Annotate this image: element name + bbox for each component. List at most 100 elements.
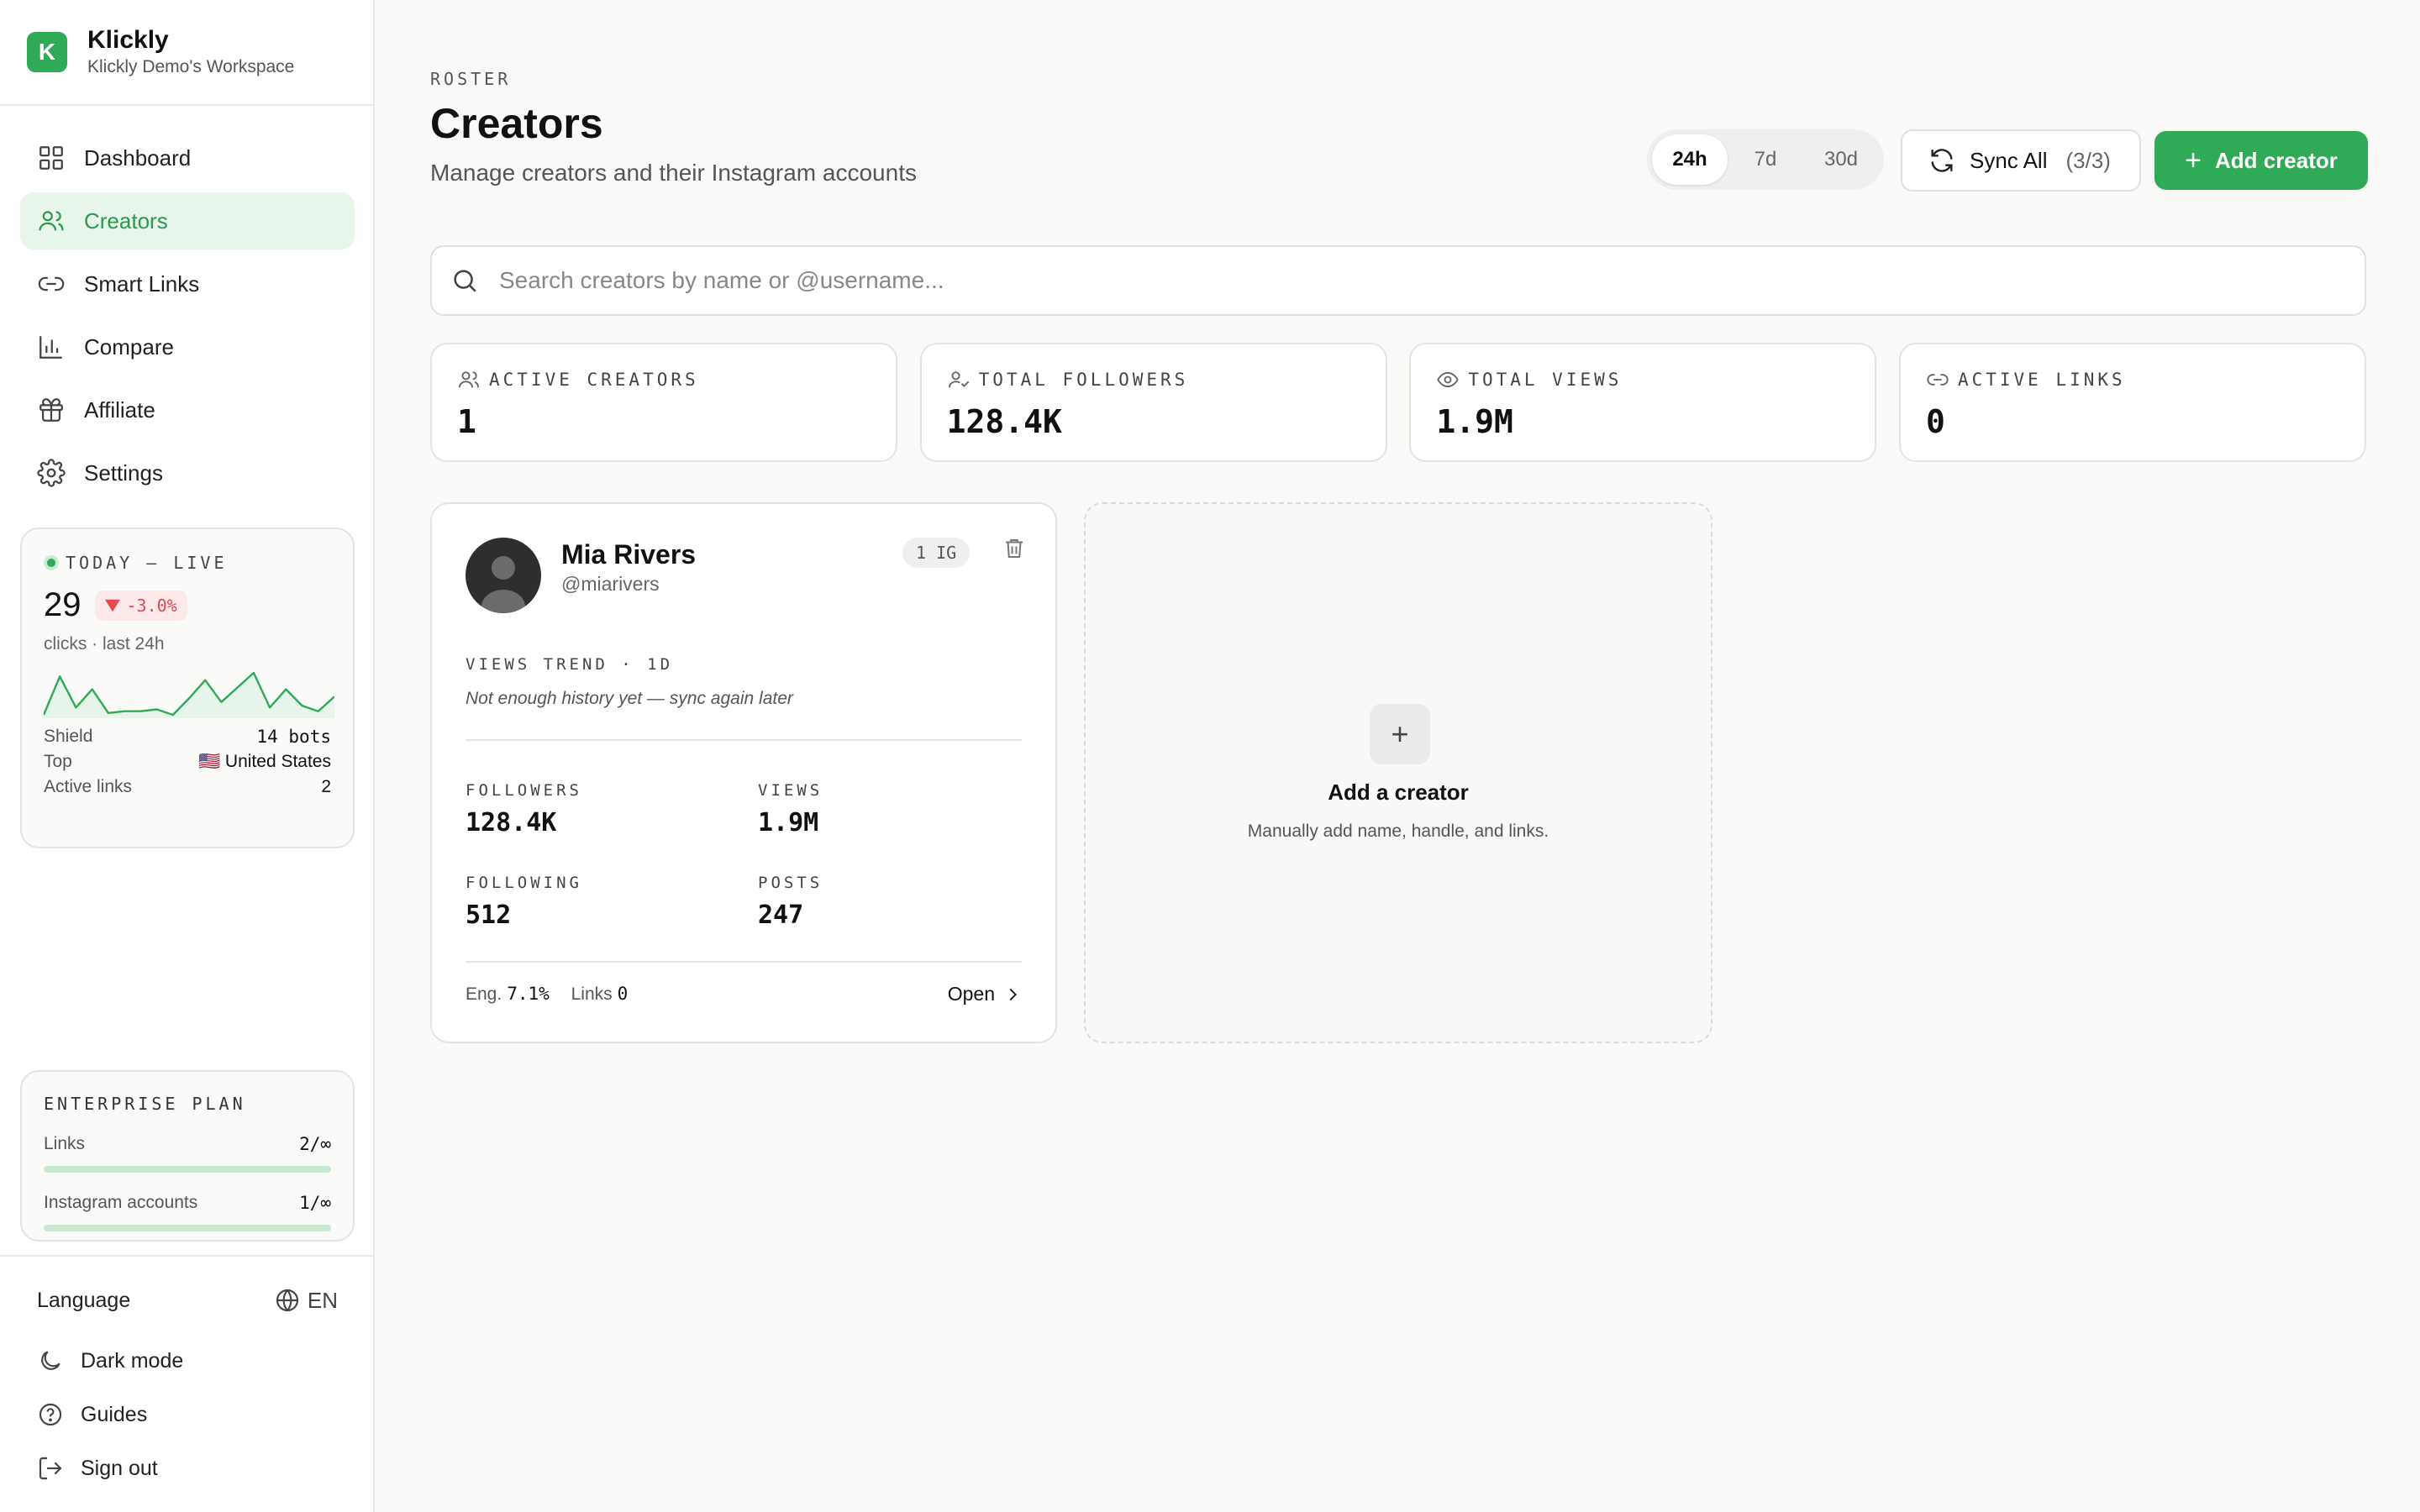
range-7d-button[interactable]: 7d xyxy=(1728,134,1803,185)
brand-header[interactable]: K Klickly Klickly Demo's Workspace xyxy=(0,0,373,106)
stat-card-total-views: TOTAL VIEWS 1.9M xyxy=(1409,343,1877,462)
gear-icon xyxy=(37,459,66,487)
shield-label: Shield xyxy=(44,727,93,746)
plus-icon: + xyxy=(2185,144,2202,176)
sidebar-nav: Dashboard Creators Smart Links Compare A… xyxy=(20,129,355,507)
stats-row: ACTIVE CREATORS 1 TOTAL FOLLOWERS 128.4K… xyxy=(430,343,2366,462)
add-card-subtitle: Manually add name, handle, and links. xyxy=(1247,822,1549,841)
plan-title: ENTERPRISE PLAN xyxy=(44,1094,246,1114)
sidebar-item-dashboard[interactable]: Dashboard xyxy=(20,129,355,186)
sidebar: K Klickly Klickly Demo's Workspace Dashb… xyxy=(0,0,375,1512)
eng-label: Eng. xyxy=(466,984,502,1004)
divider xyxy=(466,739,1022,741)
user-check-icon xyxy=(948,371,969,388)
page-eyebrow: ROSTER xyxy=(430,69,512,89)
metric-label: VIEWS xyxy=(758,781,823,800)
sign-out-button[interactable]: Sign out xyxy=(37,1441,338,1495)
sidebar-item-label: Compare xyxy=(84,333,174,360)
trash-icon[interactable] xyxy=(1002,534,1027,563)
metric-value: 128.4K xyxy=(466,808,557,837)
shield-value: 14 bots xyxy=(256,727,331,747)
links-value: 0 xyxy=(617,984,629,1004)
sidebar-item-compare[interactable]: Compare xyxy=(20,318,355,375)
metric-value: 512 xyxy=(466,900,512,930)
dark-mode-label: Dark mode xyxy=(81,1348,184,1373)
metric-following: FOLLOWING 512 xyxy=(466,874,582,930)
stat-card-active-creators: ACTIVE CREATORS 1 xyxy=(430,343,897,462)
live-title: TODAY — LIVE xyxy=(66,553,228,573)
sign-out-icon xyxy=(39,1457,62,1480)
stat-label: ACTIVE LINKS xyxy=(1957,370,2126,390)
refresh-icon xyxy=(1931,149,1953,172)
brand-name: Klickly xyxy=(87,26,169,54)
sidebar-item-affiliate[interactable]: Affiliate xyxy=(20,381,355,438)
live-clicks-value: 29 xyxy=(44,586,82,623)
bar-chart-icon xyxy=(39,336,62,359)
dashboard-icon xyxy=(39,146,63,170)
gift-icon xyxy=(39,398,63,422)
live-header: TODAY — LIVE xyxy=(44,553,331,573)
add-creator-card[interactable]: + Add a creator Manually add name, handl… xyxy=(1084,502,1712,1043)
down-arrow-icon xyxy=(104,599,120,612)
metric-label: FOLLOWERS xyxy=(466,781,582,800)
search-input[interactable] xyxy=(499,267,2264,294)
stat-header: TOTAL FOLLOWERS xyxy=(947,368,1360,391)
plan-links-bar xyxy=(44,1166,331,1173)
live-stats-card[interactable]: TODAY — LIVE 29 -3.0% clicks · last 24h … xyxy=(20,528,355,848)
plan-ig-label: Instagram accounts xyxy=(44,1193,198,1212)
creator-name: Mia Rivers xyxy=(561,539,697,570)
open-label: Open xyxy=(947,983,995,1005)
top-label: Top xyxy=(44,752,72,771)
live-subtitle: clicks · last 24h xyxy=(44,634,165,654)
plus-icon: + xyxy=(1370,704,1430,764)
creator-card-footer: Eng. 7.1% Links 0 Open xyxy=(466,983,1022,1005)
plan-links-value: 2/∞ xyxy=(299,1134,331,1154)
sidebar-item-settings[interactable]: Settings xyxy=(20,444,355,501)
plan-links-row: Links 2/∞ xyxy=(44,1134,331,1154)
page-title: Creators xyxy=(430,100,603,147)
stat-header: ACTIVE LINKS xyxy=(1926,368,2339,391)
language-row: Language EN xyxy=(37,1273,338,1327)
range-30d-button[interactable]: 30d xyxy=(1803,134,1879,185)
users-icon xyxy=(39,211,64,231)
stat-label: ACTIVE CREATORS xyxy=(489,370,699,390)
open-creator-link[interactable]: Open xyxy=(948,983,1022,1005)
language-value: EN xyxy=(307,1287,338,1313)
guides-link[interactable]: Guides xyxy=(37,1388,338,1441)
stat-value: 0 xyxy=(1925,403,1945,440)
sidebar-item-creators[interactable]: Creators xyxy=(20,192,355,249)
creator-handle: @miarivers xyxy=(561,573,660,595)
sidebar-item-label: Smart Links xyxy=(84,270,200,297)
add-creator-button[interactable]: + Add creator xyxy=(2154,131,2368,190)
range-24h-button[interactable]: 24h xyxy=(1652,134,1728,185)
stat-header: TOTAL VIEWS xyxy=(1436,368,1849,391)
metric-value: 247 xyxy=(758,900,804,930)
plan-ig-row: Instagram accounts 1/∞ xyxy=(44,1193,331,1213)
moon-icon xyxy=(41,1351,60,1370)
link-icon xyxy=(38,276,65,291)
dark-mode-toggle[interactable]: Dark mode xyxy=(37,1334,338,1388)
guides-label: Guides xyxy=(81,1402,148,1426)
shield-row: Shield 14 bots xyxy=(44,727,331,747)
metric-value: 1.9M xyxy=(758,808,819,837)
active-links-row: Active links 2 xyxy=(44,777,331,797)
change-value: -3.0% xyxy=(126,595,177,616)
sidebar-item-label: Dashboard xyxy=(84,144,192,171)
eye-icon xyxy=(1437,371,1460,388)
language-selector[interactable]: EN xyxy=(274,1287,338,1314)
help-circle-icon xyxy=(39,1403,62,1426)
creator-card[interactable]: Mia Rivers @miarivers 1 IG VIEWS TREND ·… xyxy=(430,502,1057,1043)
sync-all-button[interactable]: Sync All (3/3) xyxy=(1901,129,2141,192)
globe-icon xyxy=(276,1289,298,1312)
footer-stats: Eng. 7.1% Links 0 xyxy=(466,984,628,1005)
plan-card[interactable]: ENTERPRISE PLAN Links 2/∞ Instagram acco… xyxy=(20,1070,355,1242)
avatar xyxy=(466,538,541,613)
sidebar-item-label: Settings xyxy=(84,459,163,486)
links-label: Links xyxy=(571,984,613,1004)
clicks-sparkline xyxy=(44,671,334,718)
search-bar xyxy=(430,245,2366,316)
divider xyxy=(466,961,1022,963)
sidebar-item-smart-links[interactable]: Smart Links xyxy=(20,255,355,312)
time-range-toggle: 24h 7d 30d xyxy=(1647,129,1884,190)
stat-card-total-followers: TOTAL FOLLOWERS 128.4K xyxy=(919,343,1387,462)
